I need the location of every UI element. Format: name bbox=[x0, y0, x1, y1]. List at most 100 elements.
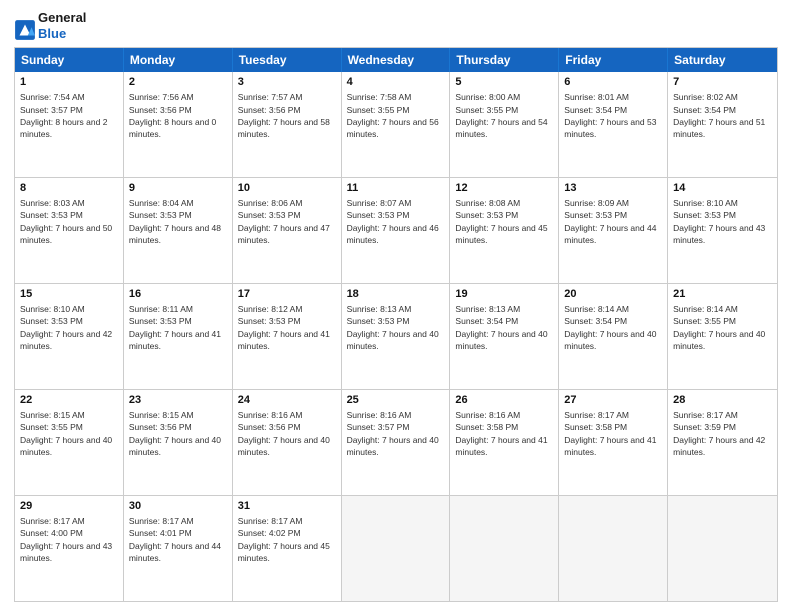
table-row: 15Sunrise: 8:10 AMSunset: 3:53 PMDayligh… bbox=[15, 284, 124, 389]
day-number: 17 bbox=[238, 287, 336, 302]
cell-info: Sunrise: 8:16 AMSunset: 3:58 PMDaylight:… bbox=[455, 410, 547, 457]
week-row-3: 15Sunrise: 8:10 AMSunset: 3:53 PMDayligh… bbox=[15, 283, 777, 389]
day-number: 29 bbox=[20, 499, 118, 514]
cell-info: Sunrise: 8:14 AMSunset: 3:55 PMDaylight:… bbox=[673, 304, 765, 351]
table-row: 30 Sunrise: 8:17 AMSunset: 4:01 PMDayligh… bbox=[124, 496, 233, 601]
table-row: 17 Sunrise: 8:12 AMSunset: 3:53 PMDayligh… bbox=[233, 284, 342, 389]
page: General Blue Sunday Monday Tuesday Wedne… bbox=[0, 0, 792, 612]
cell-info: Sunrise: 8:12 AMSunset: 3:53 PMDaylight:… bbox=[238, 304, 330, 351]
table-row: 25 Sunrise: 8:16 AMSunset: 3:57 PMDayligh… bbox=[342, 390, 451, 495]
cell-info: Sunrise: 7:54 AMSunset: 3:57 PMDaylight:… bbox=[20, 92, 107, 139]
logo: General Blue bbox=[14, 10, 86, 41]
day-number: 22 bbox=[20, 393, 118, 408]
cell-info: Sunrise: 8:16 AMSunset: 3:57 PMDaylight:… bbox=[347, 410, 439, 457]
cell-info: Sunrise: 8:03 AMSunset: 3:53 PMDaylight:… bbox=[20, 198, 112, 245]
cell-info: Sunrise: 8:13 AMSunset: 3:54 PMDaylight:… bbox=[455, 304, 547, 351]
table-row: 20 Sunrise: 8:14 AMSunset: 3:54 PMDayligh… bbox=[559, 284, 668, 389]
cell-info: Sunrise: 8:00 AMSunset: 3:55 PMDaylight:… bbox=[455, 92, 547, 139]
header: General Blue bbox=[14, 10, 778, 41]
day-number: 16 bbox=[129, 287, 227, 302]
day-number: 25 bbox=[347, 393, 445, 408]
table-row: 1 Sunrise: 7:54 AMSunset: 3:57 PMDaylight… bbox=[15, 72, 124, 177]
cell-info: Sunrise: 8:17 AMSunset: 4:01 PMDaylight:… bbox=[129, 516, 221, 563]
table-row: 26 Sunrise: 8:16 AMSunset: 3:58 PMDayligh… bbox=[450, 390, 559, 495]
logo-text: General Blue bbox=[38, 10, 86, 41]
day-number: 27 bbox=[564, 393, 662, 408]
cell-info: Sunrise: 7:58 AMSunset: 3:55 PMDaylight:… bbox=[347, 92, 439, 139]
cell-info: Sunrise: 8:11 AMSunset: 3:53 PMDaylight:… bbox=[129, 304, 221, 351]
cell-info: Sunrise: 8:02 AMSunset: 3:54 PMDaylight:… bbox=[673, 92, 765, 139]
cell-info: Sunrise: 8:17 AMSunset: 4:02 PMDaylight:… bbox=[238, 516, 330, 563]
day-number: 4 bbox=[347, 75, 445, 90]
day-number: 30 bbox=[129, 499, 227, 514]
table-row: 23Sunrise: 8:15 AMSunset: 3:56 PMDayligh… bbox=[124, 390, 233, 495]
cell-info: Sunrise: 8:04 AMSunset: 3:53 PMDaylight:… bbox=[129, 198, 221, 245]
header-friday: Friday bbox=[559, 48, 668, 72]
cell-info: Sunrise: 8:10 AMSunset: 3:53 PMDaylight:… bbox=[20, 304, 112, 351]
day-number: 1 bbox=[20, 75, 118, 90]
day-number: 14 bbox=[673, 181, 772, 196]
cell-info: Sunrise: 8:13 AMSunset: 3:53 PMDaylight:… bbox=[347, 304, 439, 351]
day-number: 18 bbox=[347, 287, 445, 302]
day-number: 3 bbox=[238, 75, 336, 90]
day-number: 20 bbox=[564, 287, 662, 302]
table-row: 2Sunrise: 7:56 AMSunset: 3:56 PMDaylight… bbox=[124, 72, 233, 177]
day-number: 5 bbox=[455, 75, 553, 90]
table-row: 31Sunrise: 8:17 AMSunset: 4:02 PMDayligh… bbox=[233, 496, 342, 601]
day-number: 13 bbox=[564, 181, 662, 196]
header-wednesday: Wednesday bbox=[342, 48, 451, 72]
table-row: 13 Sunrise: 8:09 AMSunset: 3:53 PMDayligh… bbox=[559, 178, 668, 283]
header-monday: Monday bbox=[124, 48, 233, 72]
cell-info: Sunrise: 8:10 AMSunset: 3:53 PMDaylight:… bbox=[673, 198, 765, 245]
header-sunday: Sunday bbox=[15, 48, 124, 72]
calendar-header: Sunday Monday Tuesday Wednesday Thursday… bbox=[15, 48, 777, 72]
table-row bbox=[342, 496, 451, 601]
week-row-2: 8 Sunrise: 8:03 AMSunset: 3:53 PMDaylight… bbox=[15, 177, 777, 283]
table-row: 6Sunrise: 8:01 AMSunset: 3:54 PMDaylight… bbox=[559, 72, 668, 177]
day-number: 10 bbox=[238, 181, 336, 196]
cell-info: Sunrise: 8:06 AMSunset: 3:53 PMDaylight:… bbox=[238, 198, 330, 245]
cell-info: Sunrise: 8:01 AMSunset: 3:54 PMDaylight:… bbox=[564, 92, 656, 139]
table-row: 12 Sunrise: 8:08 AMSunset: 3:53 PMDayligh… bbox=[450, 178, 559, 283]
day-number: 26 bbox=[455, 393, 553, 408]
cell-info: Sunrise: 8:07 AMSunset: 3:53 PMDaylight:… bbox=[347, 198, 439, 245]
table-row bbox=[450, 496, 559, 601]
table-row: 28 Sunrise: 8:17 AMSunset: 3:59 PMDayligh… bbox=[668, 390, 777, 495]
calendar: Sunday Monday Tuesday Wednesday Thursday… bbox=[14, 47, 778, 602]
day-number: 7 bbox=[673, 75, 772, 90]
week-row-5: 29Sunrise: 8:17 AMSunset: 4:00 PMDayligh… bbox=[15, 495, 777, 601]
calendar-body: 1 Sunrise: 7:54 AMSunset: 3:57 PMDaylight… bbox=[15, 72, 777, 601]
week-row-1: 1 Sunrise: 7:54 AMSunset: 3:57 PMDaylight… bbox=[15, 72, 777, 177]
table-row: 27 Sunrise: 8:17 AMSunset: 3:58 PMDayligh… bbox=[559, 390, 668, 495]
cell-info: Sunrise: 8:08 AMSunset: 3:53 PMDaylight:… bbox=[455, 198, 547, 245]
table-row: 24Sunrise: 8:16 AMSunset: 3:56 PMDayligh… bbox=[233, 390, 342, 495]
table-row: 14 Sunrise: 8:10 AMSunset: 3:53 PMDayligh… bbox=[668, 178, 777, 283]
cell-info: Sunrise: 8:09 AMSunset: 3:53 PMDaylight:… bbox=[564, 198, 656, 245]
cell-info: Sunrise: 7:57 AMSunset: 3:56 PMDaylight:… bbox=[238, 92, 330, 139]
table-row: 9 Sunrise: 8:04 AMSunset: 3:53 PMDaylight… bbox=[124, 178, 233, 283]
cell-info: Sunrise: 8:14 AMSunset: 3:54 PMDaylight:… bbox=[564, 304, 656, 351]
table-row: 11Sunrise: 8:07 AMSunset: 3:53 PMDayligh… bbox=[342, 178, 451, 283]
table-row: 8 Sunrise: 8:03 AMSunset: 3:53 PMDaylight… bbox=[15, 178, 124, 283]
table-row: 4 Sunrise: 7:58 AMSunset: 3:55 PMDaylight… bbox=[342, 72, 451, 177]
table-row: 16 Sunrise: 8:11 AMSunset: 3:53 PMDayligh… bbox=[124, 284, 233, 389]
week-row-4: 22 Sunrise: 8:15 AMSunset: 3:55 PMDayligh… bbox=[15, 389, 777, 495]
day-number: 12 bbox=[455, 181, 553, 196]
header-saturday: Saturday bbox=[668, 48, 777, 72]
day-number: 8 bbox=[20, 181, 118, 196]
cell-info: Sunrise: 8:15 AMSunset: 3:55 PMDaylight:… bbox=[20, 410, 112, 457]
table-row bbox=[668, 496, 777, 601]
table-row: 5 Sunrise: 8:00 AMSunset: 3:55 PMDaylight… bbox=[450, 72, 559, 177]
table-row: 7 Sunrise: 8:02 AMSunset: 3:54 PMDaylight… bbox=[668, 72, 777, 177]
cell-info: Sunrise: 8:17 AMSunset: 3:59 PMDaylight:… bbox=[673, 410, 765, 457]
cell-info: Sunrise: 8:16 AMSunset: 3:56 PMDaylight:… bbox=[238, 410, 330, 457]
cell-info: Sunrise: 8:17 AMSunset: 3:58 PMDaylight:… bbox=[564, 410, 656, 457]
table-row: 21Sunrise: 8:14 AMSunset: 3:55 PMDayligh… bbox=[668, 284, 777, 389]
table-row: 19Sunrise: 8:13 AMSunset: 3:54 PMDayligh… bbox=[450, 284, 559, 389]
header-tuesday: Tuesday bbox=[233, 48, 342, 72]
header-thursday: Thursday bbox=[450, 48, 559, 72]
day-number: 28 bbox=[673, 393, 772, 408]
table-row: 3 Sunrise: 7:57 AMSunset: 3:56 PMDaylight… bbox=[233, 72, 342, 177]
table-row: 22 Sunrise: 8:15 AMSunset: 3:55 PMDayligh… bbox=[15, 390, 124, 495]
day-number: 9 bbox=[129, 181, 227, 196]
